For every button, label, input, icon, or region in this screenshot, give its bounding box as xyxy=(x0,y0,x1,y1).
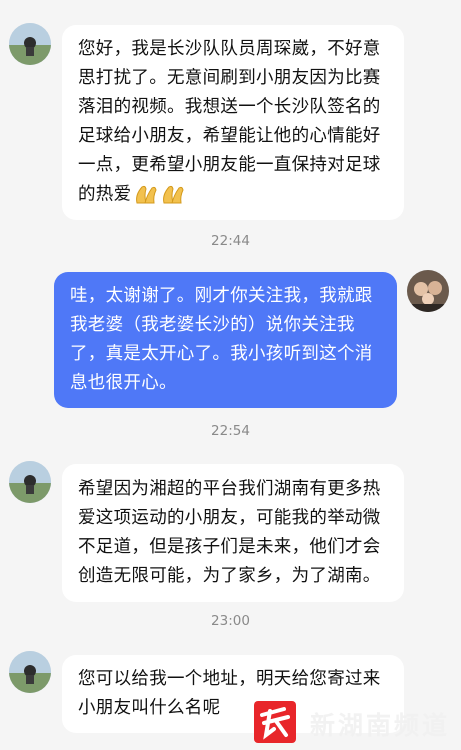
message-line: 我老婆（我老婆长沙的）说你关注我 xyxy=(70,315,355,335)
pray-hands-icon xyxy=(163,185,184,204)
my-avatar[interactable] xyxy=(407,270,449,312)
new-hunan-logo-icon xyxy=(254,701,296,743)
message-line: 了，真是太开心了。我小孩听到这个消 xyxy=(70,344,373,364)
message-line: 的热爱 xyxy=(78,184,132,205)
message-line: 不足道，但是孩子们是未来，他们才会 xyxy=(78,537,381,557)
sender-avatar[interactable] xyxy=(9,461,51,503)
watermark-text: 新湖南频道 xyxy=(310,711,451,740)
message-line: 爱这项运动的小朋友，可能我的举动微 xyxy=(78,508,381,528)
message-bubble-sent[interactable]: 哇，太谢谢了。刚才你关注我，我就跟 我老婆（我老婆长沙的）说你关注我 了，真是太… xyxy=(54,272,397,408)
sender-avatar[interactable] xyxy=(9,23,51,65)
avatar-image xyxy=(407,270,449,312)
pray-hands-emoji xyxy=(133,180,187,209)
message-line: 创造无限可能，为了家乡，为了湖南。 xyxy=(78,566,381,586)
avatar-image xyxy=(9,23,51,65)
message-line: 息也很开心。 xyxy=(70,373,177,393)
message-line: 您可以给我一个地址，明天给您寄过来 xyxy=(78,669,381,689)
message-bubble-received[interactable]: 您好，我是长沙队队员周琛崴，不好意 思打扰了。无意间刷到小朋友因为比赛 落泪的视… xyxy=(62,25,404,220)
message-line: 落泪的视频。我想送一个长沙队签名的 xyxy=(78,97,381,117)
message-line: 希望因为湘超的平台我们湖南有更多热 xyxy=(78,479,381,499)
message-line: 思打扰了。无意间刷到小朋友因为比赛 xyxy=(78,68,381,88)
timestamp: 22:44 xyxy=(211,233,250,249)
avatar-image xyxy=(9,651,51,693)
watermark-logo: 新湖南频道 xyxy=(252,700,461,746)
timestamp: 22:54 xyxy=(211,423,250,439)
message-line: 哇，太谢谢了。刚才你关注我，我就跟 xyxy=(70,286,373,306)
timestamp: 23:00 xyxy=(211,613,250,629)
message-line: 足球给小朋友，希望能让他的心情能好 xyxy=(78,126,381,146)
sender-avatar[interactable] xyxy=(9,651,51,693)
avatar-image xyxy=(9,461,51,503)
message-line: 您好，我是长沙队队员周琛崴，不好意 xyxy=(78,39,381,59)
message-bubble-received[interactable]: 希望因为湘超的平台我们湖南有更多热 爱这项运动的小朋友，可能我的举动微 不足道，… xyxy=(62,464,404,602)
message-line: 一点，更希望小朋友能一直保持对足球 xyxy=(78,155,381,175)
pray-hands-icon xyxy=(136,185,157,204)
